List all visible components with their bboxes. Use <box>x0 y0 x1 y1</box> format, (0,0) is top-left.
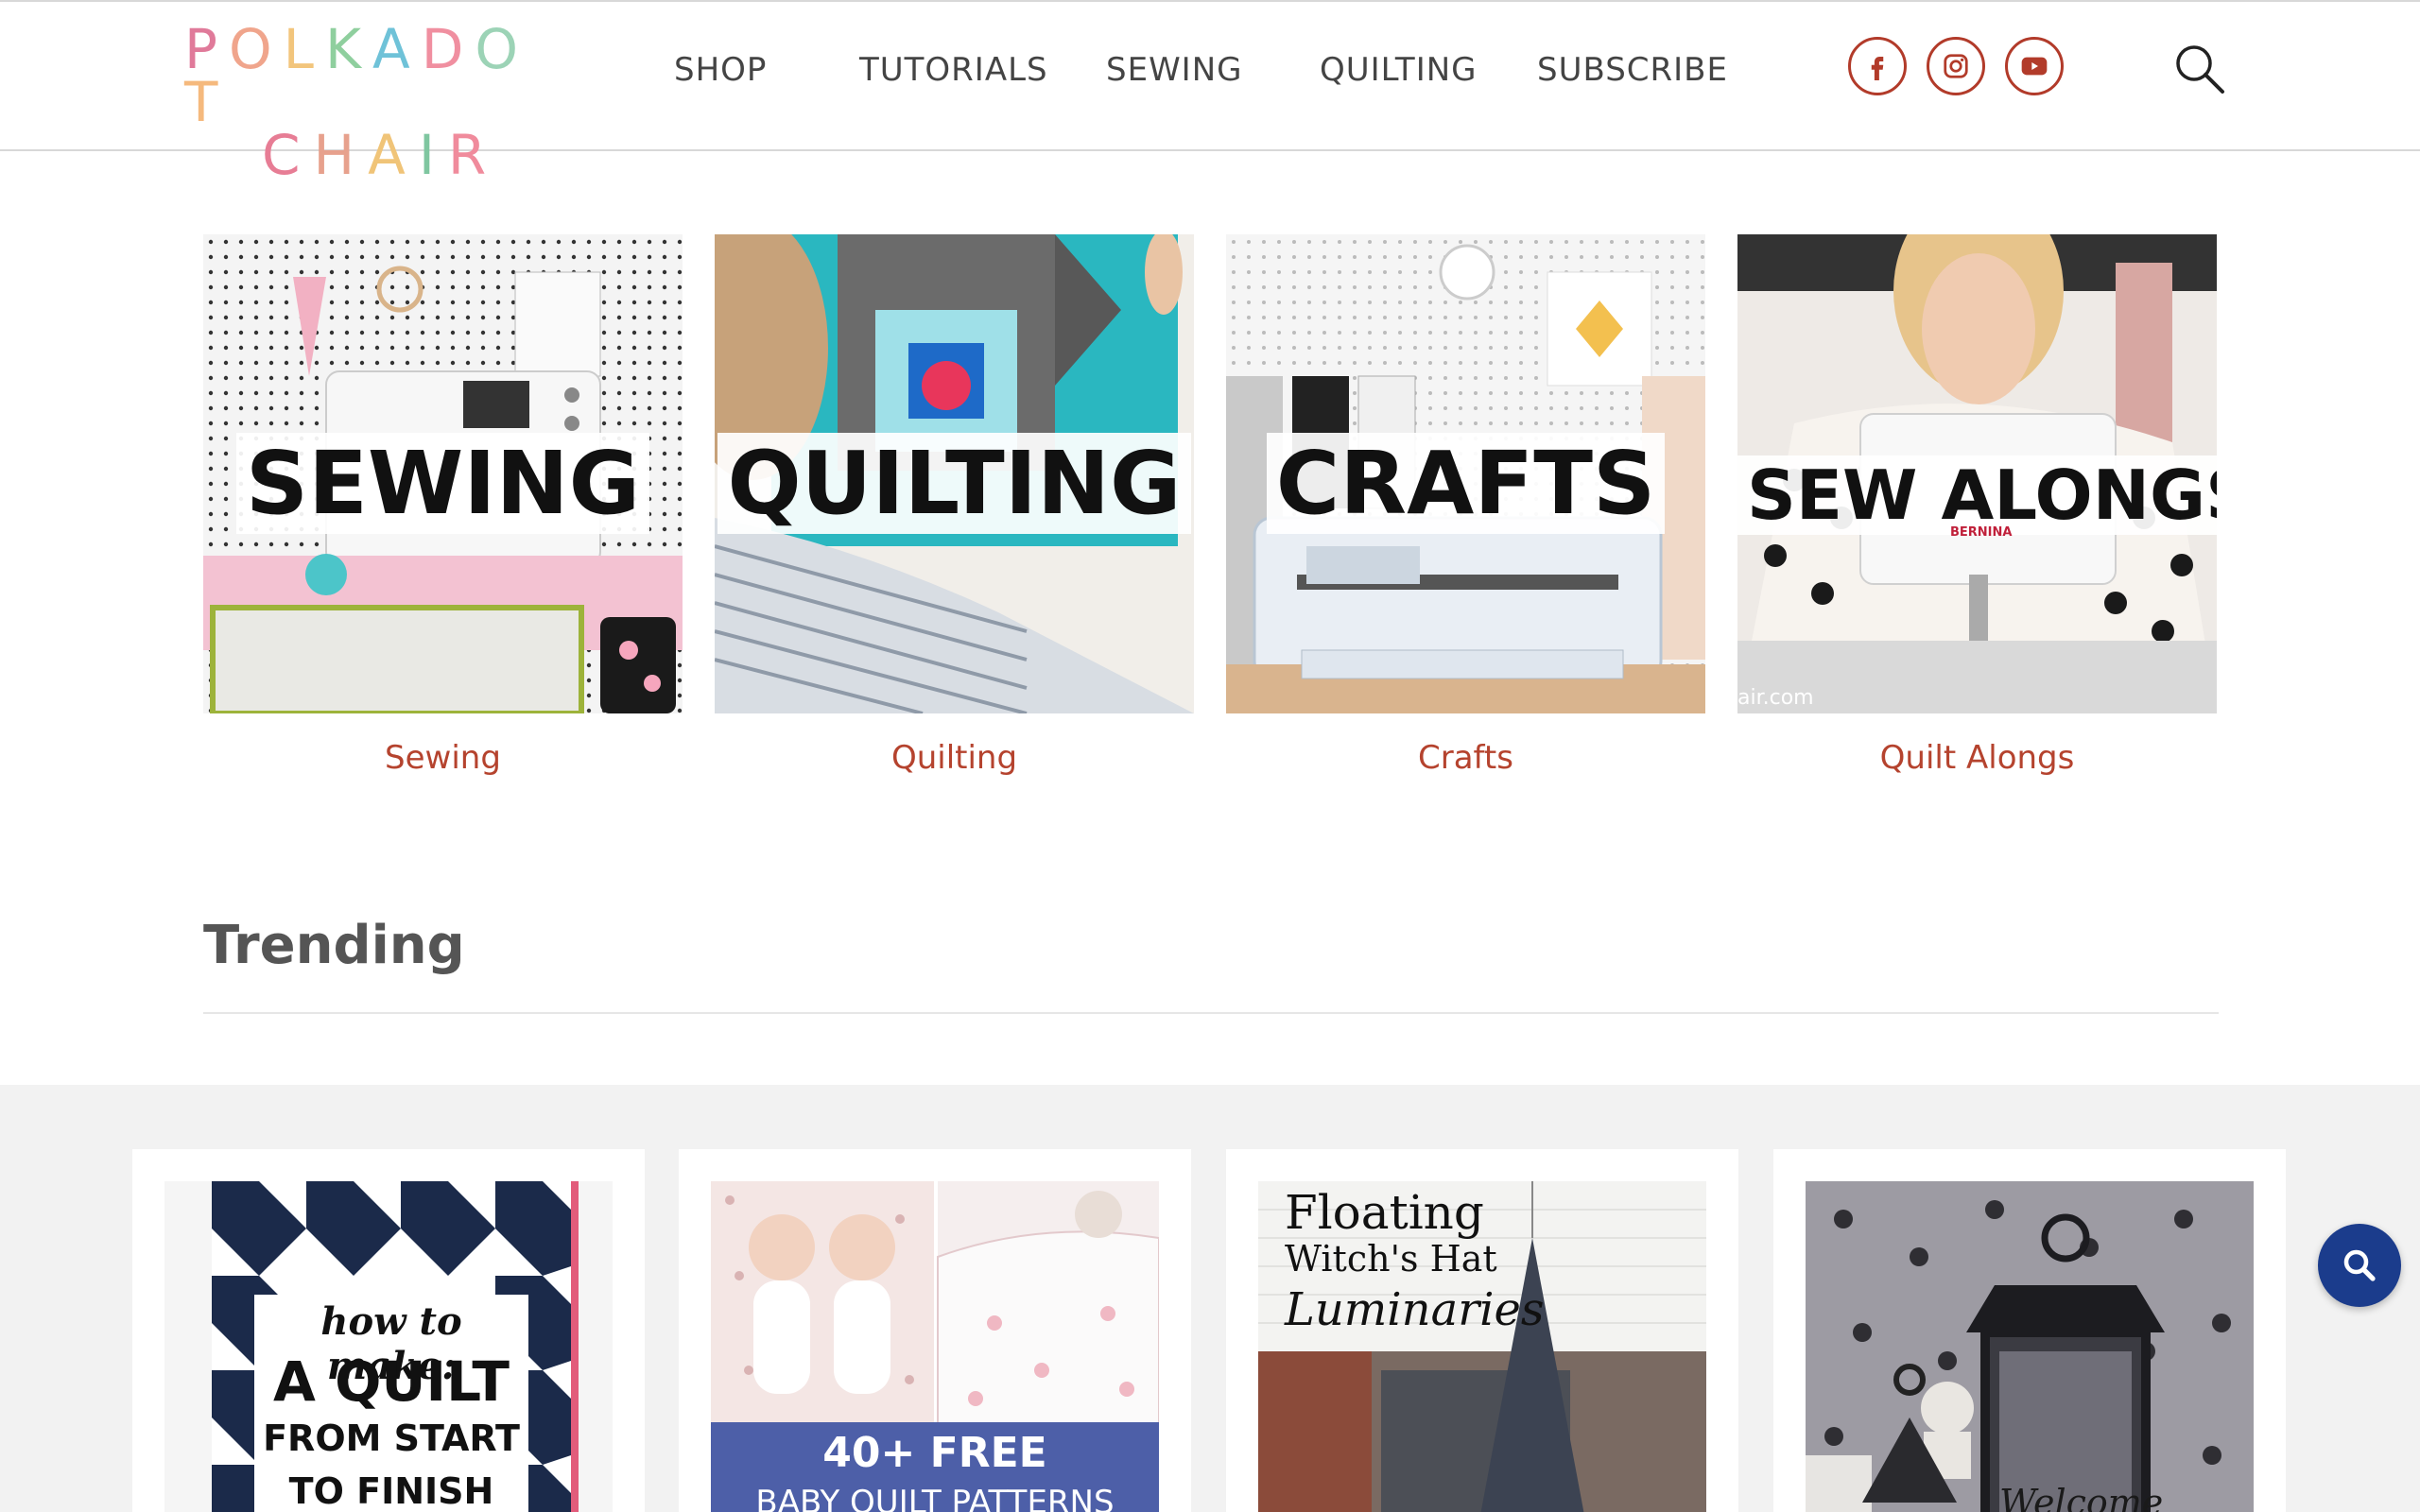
post-title-line3: Luminaries <box>1285 1283 1545 1336</box>
site-logo[interactable]: POLKADOT CHAIR <box>184 17 562 182</box>
post-thumbnail: 40+ FREE BABY QUILT PATTERNS <box>711 1181 1159 1512</box>
site-header: POLKADOT CHAIR SHOP TUTORIALS SEWING QUI… <box>0 0 2420 182</box>
post-title-line2: Witch's Hat <box>1285 1238 1497 1280</box>
post-title-line3: FROM START <box>263 1418 520 1459</box>
logo-line2-letter: C <box>262 123 314 187</box>
category-link-quilting[interactable]: Quilting <box>715 739 1194 777</box>
logo-line-1: POLKADOT <box>184 17 562 134</box>
nav-item-tutorials[interactable]: TUTORIALS <box>859 43 1048 96</box>
logo-line1-letter: O <box>475 17 530 81</box>
logo-line2-letter: R <box>447 123 500 187</box>
logo-line-2: CHAIR <box>184 123 562 187</box>
category-link-crafts[interactable]: Crafts <box>1226 739 1705 777</box>
instagram-button[interactable] <box>1927 37 1985 95</box>
category-overlay-quilting: QUILTING <box>717 433 1191 534</box>
nav-item-quilting[interactable]: QUILTING <box>1320 43 1478 96</box>
search-icon <box>2343 1249 2376 1281</box>
logo-line1-letter: O <box>228 17 284 81</box>
post-title-line1: 40+ FREE <box>822 1429 1047 1477</box>
logo-line1-letter: P <box>184 17 229 81</box>
post-thumbnail: how to make: A QUILT FROM START TO FINIS… <box>164 1181 613 1512</box>
category-card-quilting[interactable]: QUILTING <box>715 234 1194 713</box>
facebook-icon <box>1871 57 1884 80</box>
nav-item-sewing[interactable]: SEWING <box>1106 43 1243 96</box>
category-card-sewing[interactable]: SEWING <box>203 234 683 713</box>
logo-line2-letter: H <box>313 123 369 187</box>
image-watermark: air.com <box>1737 686 1814 710</box>
trending-post-baby-quilts[interactable]: 40+ FREE BABY QUILT PATTERNS <box>679 1149 1191 1512</box>
header-search-button[interactable] <box>2170 40 2229 98</box>
category-card-crafts[interactable]: CRAFTS <box>1226 234 1705 713</box>
post-thumbnail: Floating Witch's Hat Luminaries <box>1258 1181 1706 1512</box>
post-thumbnail: Welcome <box>1806 1181 2254 1512</box>
trending-post-quilt-start-finish[interactable]: how to make: A QUILT FROM START TO FINIS… <box>132 1149 645 1512</box>
trending-heading: Trending <box>203 915 465 976</box>
nav-item-subscribe[interactable]: SUBSCRIBE <box>1537 43 1728 96</box>
post-title-line1: Welcome <box>1999 1482 2164 1512</box>
nav-item-shop[interactable]: SHOP <box>674 43 767 96</box>
instagram-icon <box>1944 54 1968 78</box>
logo-line1-letter: L <box>283 17 325 81</box>
youtube-icon <box>2021 57 2048 76</box>
category-overlay-sewing: SEWING <box>235 433 650 534</box>
post-title-line2: BABY QUILT PATTERNS <box>755 1484 1115 1512</box>
trending-post-witch-hat-luminaries[interactable]: Floating Witch's Hat Luminaries <box>1226 1149 1738 1512</box>
trending-post-halloween-lanterns[interactable]: Welcome <box>1773 1149 2286 1512</box>
post-title-line2: A QUILT <box>273 1349 510 1414</box>
lantern-image <box>1806 1181 2254 1512</box>
logo-line2-letter: I <box>418 123 448 187</box>
logo-line2-letter: A <box>368 123 419 187</box>
search-icon <box>2176 45 2224 94</box>
post-title-line1: Floating <box>1285 1185 1484 1240</box>
category-overlay-sew-alongs: SEW ALONGS <box>1737 455 2217 535</box>
floating-search-button[interactable] <box>2318 1224 2401 1307</box>
logo-line1-letter: T <box>184 70 230 134</box>
logo-line1-letter: A <box>372 17 422 81</box>
category-link-sewing[interactable]: Sewing <box>203 739 683 777</box>
facebook-button[interactable] <box>1848 37 1907 95</box>
post-title-line4: TO FINISH <box>288 1470 494 1512</box>
category-overlay-crafts: CRAFTS <box>1266 433 1666 534</box>
category-card-sew-alongs[interactable]: SEW ALONGS BERNINA air.com <box>1737 234 2217 713</box>
bernina-badge: BERNINA <box>1950 525 2013 540</box>
logo-line1-letter: K <box>324 17 373 81</box>
trending-divider <box>203 1012 2219 1014</box>
youtube-button[interactable] <box>2005 37 2064 95</box>
logo-line1-letter: D <box>421 17 475 81</box>
category-link-quilt-alongs[interactable]: Quilt Alongs <box>1737 739 2217 777</box>
